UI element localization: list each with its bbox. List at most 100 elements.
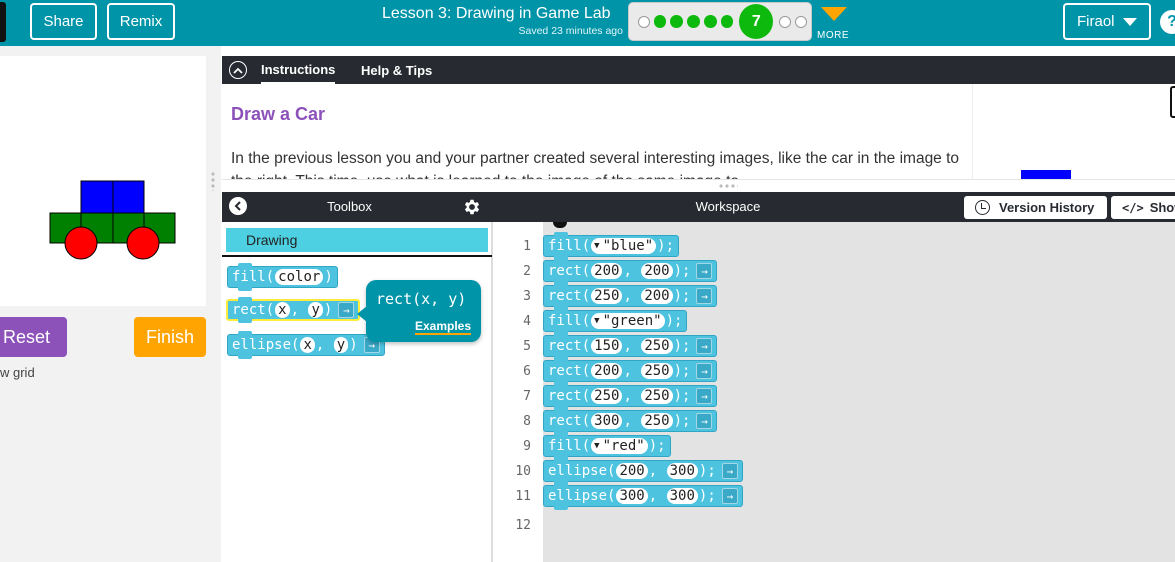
examples-link[interactable]: Examples: [415, 320, 472, 335]
code-block-fill[interactable]: fill(▼ "blue");: [543, 232, 680, 260]
block-arg[interactable]: x: [275, 302, 290, 318]
arrow-right-icon[interactable]: →: [696, 288, 713, 304]
caret-down-icon: [1122, 17, 1137, 26]
vertical-resize-handle[interactable]: [211, 171, 215, 191]
block-arg[interactable]: 150: [591, 338, 623, 354]
code-block-ellipse[interactable]: ellipse(300, 300); →: [543, 482, 743, 510]
category-divider: [222, 255, 492, 257]
level-dot[interactable]: [638, 15, 650, 28]
horizontal-resize-bar[interactable]: [222, 179, 1175, 192]
toolbox-block-rect[interactable]: rect(x, y) →: [226, 297, 361, 323]
arrow-right-icon[interactable]: →: [338, 302, 355, 318]
level-dot[interactable]: [703, 15, 717, 28]
block-arg[interactable]: y: [308, 302, 323, 318]
block-arg[interactable]: 300: [591, 413, 623, 429]
color-value: "blue": [602, 238, 654, 254]
code-block-ellipse[interactable]: ellipse(200, 300); →: [543, 457, 743, 485]
block-arg[interactable]: 200: [591, 363, 623, 379]
code-block-rect[interactable]: rect(200, 250); →: [543, 357, 718, 385]
line-number: 10: [515, 464, 531, 479]
instructions-body: Draw a Car In the previous lesson you an…: [222, 84, 972, 179]
color-value: "red": [602, 438, 645, 454]
current-level-bubble[interactable]: 7: [739, 4, 774, 39]
color-dropdown[interactable]: ▼ "red": [591, 438, 648, 454]
block-arg[interactable]: y: [333, 337, 349, 353]
help-icon[interactable]: ?: [1160, 10, 1175, 34]
arrow-right-icon[interactable]: →: [721, 488, 738, 504]
block-arg[interactable]: 300: [666, 463, 698, 479]
finish-button[interactable]: Finish: [134, 317, 206, 357]
toolbox-block-ellipse[interactable]: ellipse(x, y) →: [227, 331, 385, 359]
arrow-right-icon[interactable]: →: [696, 388, 713, 404]
car-wheel-right: [126, 226, 160, 260]
block-arg[interactable]: 250: [641, 338, 673, 354]
block-arg[interactable]: 200: [641, 288, 673, 304]
level-dot[interactable]: [720, 15, 734, 28]
line-number: 4: [523, 314, 531, 329]
arrow-right-icon[interactable]: →: [721, 463, 738, 479]
tooltip-signature: rect(x, y): [376, 290, 467, 308]
resize-grip-icon[interactable]: [718, 184, 738, 188]
code-block-rect[interactable]: rect(250, 200); →: [543, 282, 718, 310]
block-arg[interactable]: 250: [641, 388, 673, 404]
level-dot[interactable]: [779, 15, 792, 28]
block-tooltip: rect(x, y) Examples: [357, 280, 481, 342]
gear-icon[interactable]: [462, 197, 482, 217]
remix-button[interactable]: Remix: [107, 3, 175, 40]
tab-help-tips[interactable]: Help & Tips: [361, 56, 432, 84]
chevron-left-icon[interactable]: [229, 197, 247, 215]
code-block-rect[interactable]: rect(250, 250); →: [543, 382, 718, 410]
version-history-button[interactable]: Version History: [964, 196, 1107, 219]
level-dot[interactable]: [670, 15, 684, 28]
block-arg[interactable]: 250: [641, 363, 673, 379]
show-code-button[interactable]: </> Show: [1111, 196, 1175, 219]
level-dot[interactable]: [795, 15, 807, 28]
toolbox-block-fill[interactable]: fill(color): [227, 263, 338, 291]
code-block-rect[interactable]: rect(150, 250); →: [543, 332, 718, 360]
block-arg[interactable]: 200: [641, 263, 673, 279]
user-menu-button[interactable]: Firaol: [1063, 3, 1151, 40]
color-value: "green": [602, 313, 662, 329]
arrow-right-icon[interactable]: →: [696, 363, 713, 379]
color-dropdown[interactable]: ▼ "blue": [591, 238, 657, 254]
code-block-fill[interactable]: fill(▼ "green");: [543, 307, 688, 335]
level-dot[interactable]: [653, 15, 667, 28]
block-arg[interactable]: 300: [666, 488, 698, 504]
instructions-title: Draw a Car: [231, 104, 326, 124]
more-arrow-icon[interactable]: [821, 7, 847, 21]
arrow-right-icon[interactable]: →: [696, 338, 713, 354]
game-canvas[interactable]: [0, 56, 206, 306]
block-arg[interactable]: 250: [641, 413, 673, 429]
share-button[interactable]: Share: [30, 3, 97, 40]
code-org-logo[interactable]: [0, 2, 6, 42]
lesson-title[interactable]: Lesson 3: Drawing in Game Lab: [382, 5, 611, 23]
line-number: 11: [515, 489, 531, 504]
instructions-header: Instructions Help & Tips: [222, 56, 1175, 84]
block-arg[interactable]: 250: [591, 288, 623, 304]
dropdown-icon: ▼: [594, 316, 600, 326]
block-arg[interactable]: 250: [591, 388, 623, 404]
block-function-name: rect: [548, 388, 582, 404]
chevron-up-icon[interactable]: [229, 61, 247, 79]
color-dropdown[interactable]: ▼ "green": [591, 313, 665, 329]
code-block-fill[interactable]: fill(▼ "red");: [543, 432, 671, 460]
arrow-right-icon[interactable]: →: [696, 263, 713, 279]
block-arg[interactable]: 200: [591, 263, 623, 279]
workspace-title: Workspace: [695, 199, 761, 214]
show-grid-label[interactable]: w grid: [0, 365, 35, 380]
arrow-right-icon[interactable]: →: [696, 413, 713, 429]
reset-button[interactable]: Reset: [0, 317, 67, 357]
level-dot[interactable]: [687, 15, 700, 28]
category-drawing[interactable]: Drawing: [226, 228, 488, 252]
more-label[interactable]: MORE: [817, 30, 849, 41]
code-block-rect[interactable]: rect(300, 250); →: [543, 407, 718, 435]
line-number: 8: [523, 414, 531, 429]
line-number-gutter: 1 2 3 4 5 6 7 8 9 10 11 12: [492, 222, 543, 562]
code-block-rect[interactable]: rect(200, 200); →: [543, 257, 718, 285]
block-arg[interactable]: 300: [616, 488, 648, 504]
tab-instructions[interactable]: Instructions: [261, 56, 336, 84]
block-arg[interactable]: x: [300, 337, 315, 353]
block-arg[interactable]: 200: [616, 463, 648, 479]
block-arg[interactable]: color: [275, 269, 324, 285]
scroll-indicator[interactable]: [1170, 86, 1175, 118]
